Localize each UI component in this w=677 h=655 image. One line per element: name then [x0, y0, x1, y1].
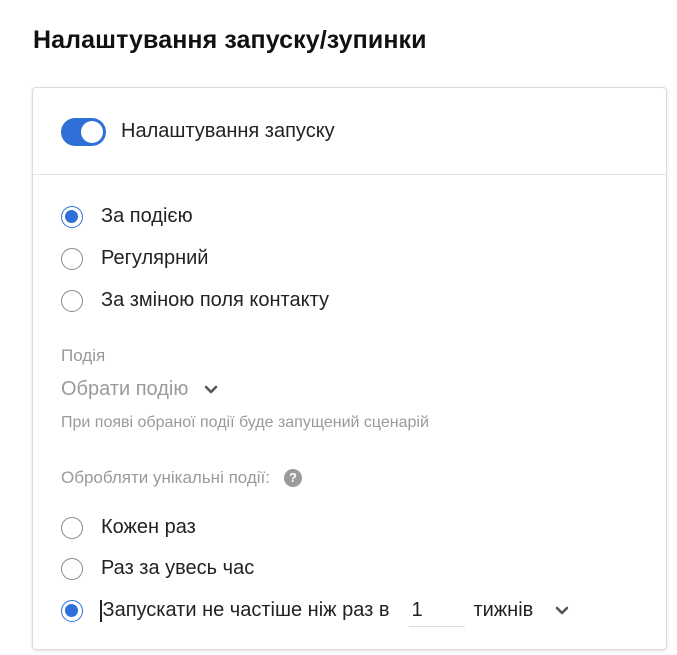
- radio-label-once: Раз за увесь час: [101, 557, 255, 579]
- frequency-unit-select[interactable]: тижнів: [473, 599, 569, 622]
- radio-limit[interactable]: [61, 599, 83, 622]
- radio-contact-field[interactable]: [61, 289, 83, 312]
- text-cursor: [100, 599, 102, 622]
- event-hint: При появі обраної події буде запущений с…: [61, 414, 429, 431]
- radio-label-every-time: Кожен раз: [101, 516, 196, 538]
- event-select[interactable]: Обрати подію: [61, 378, 218, 401]
- launch-toggle-label: Налаштування запуску: [121, 120, 335, 142]
- chevron-down-icon: [555, 606, 569, 614]
- event-select-placeholder: Обрати подію: [61, 378, 189, 400]
- radio-event[interactable]: [61, 205, 83, 228]
- chevron-down-icon: [205, 385, 218, 393]
- radio-row-event[interactable]: За подією: [61, 205, 193, 228]
- radio-row-every-time[interactable]: Кожен раз: [61, 516, 196, 539]
- launch-toggle[interactable]: [61, 118, 106, 146]
- unique-events-label: Обробляти унікальні події:?: [61, 468, 302, 488]
- radio-every-time[interactable]: [61, 516, 83, 539]
- event-field-label: Подія: [61, 346, 106, 365]
- radio-row-limit[interactable]: Запускати не частіше ніж раз в тижнів: [61, 594, 569, 627]
- radio-once[interactable]: [61, 557, 83, 580]
- radio-label-limit: Запускати не частіше ніж раз в: [102, 599, 390, 621]
- radio-label-contact-field: За зміною поля контакту: [101, 289, 329, 311]
- question-circle-icon[interactable]: ?: [284, 469, 302, 487]
- page-title: Налаштування запуску/зупинки: [33, 26, 427, 54]
- radio-row-contact-field[interactable]: За зміною поля контакту: [61, 289, 329, 312]
- frequency-input[interactable]: [409, 594, 466, 627]
- launch-settings-card: Налаштування запуску За подією Регулярни…: [32, 87, 667, 650]
- radio-row-regular[interactable]: Регулярний: [61, 247, 208, 270]
- frequency-unit-value: тижнів: [473, 599, 534, 621]
- radio-regular[interactable]: [61, 247, 83, 270]
- card-header: Налаштування запуску: [33, 88, 666, 175]
- radio-label-regular: Регулярний: [101, 247, 209, 269]
- toggle-knob: [81, 121, 103, 143]
- radio-label-event: За подією: [101, 205, 193, 227]
- unique-events-label-text: Обробляти унікальні події:: [61, 468, 270, 487]
- radio-row-once[interactable]: Раз за увесь час: [61, 557, 254, 580]
